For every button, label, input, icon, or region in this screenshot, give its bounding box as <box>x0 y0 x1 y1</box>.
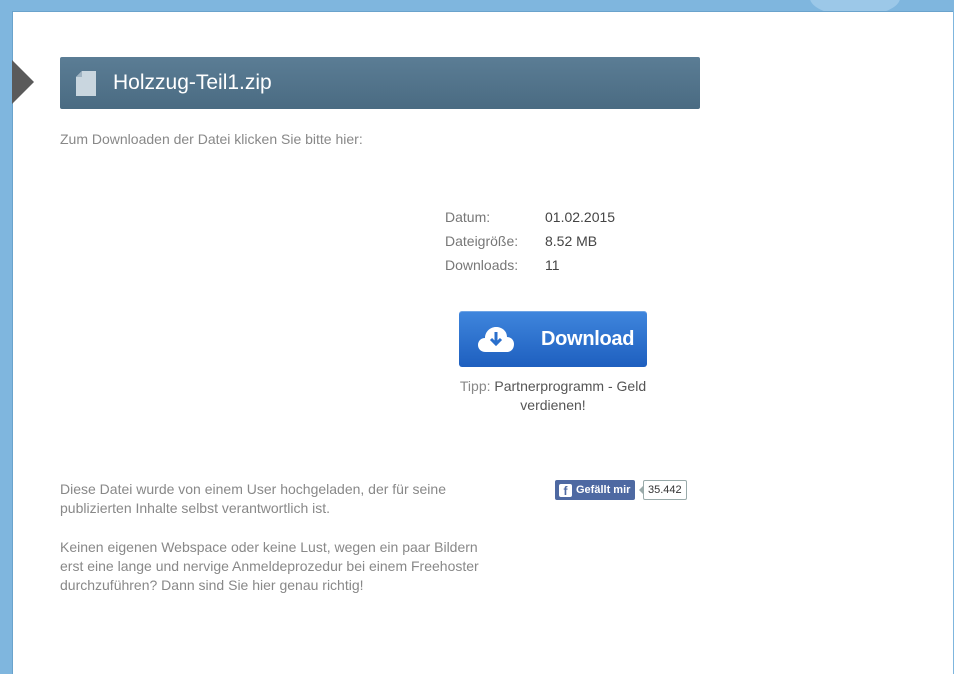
facebook-like-button[interactable]: f Gefällt mir <box>555 480 636 500</box>
partner-program-link[interactable]: Partnerprogramm - Geld verdienen! <box>494 378 646 413</box>
file-title-bar: Holzzug-Teil1.zip <box>60 57 700 109</box>
arrow-right-icon <box>12 60 34 104</box>
meta-row-size: Dateigröße: 8.52 MB <box>445 233 615 257</box>
meta-value: 8.52 MB <box>545 233 598 249</box>
download-intro-text: Zum Downloaden der Datei klicken Sie bit… <box>60 131 363 147</box>
webspace-promo: Keinen eigenen Webspace oder keine Lust,… <box>60 539 479 593</box>
tip-prefix: Tipp: <box>459 378 491 394</box>
facebook-like-label: Gefällt mir <box>576 484 631 496</box>
meta-row-date: Datum: 01.02.2015 <box>445 209 615 233</box>
cloud-download-icon <box>477 324 515 354</box>
meta-value: 11 <box>545 257 560 273</box>
facebook-like-count: 35.442 <box>639 480 687 500</box>
meta-label: Dateigröße: <box>445 233 519 249</box>
download-label: Download <box>541 327 635 350</box>
file-icon <box>75 70 97 97</box>
partner-tip: Tipp: Partnerprogramm - Geld verdienen! <box>455 377 651 415</box>
meta-label: Datum: <box>445 209 491 225</box>
uploader-notice: Diese Datei wurde von einem User hochgel… <box>60 481 446 516</box>
file-meta-table: Datum: 01.02.2015 Dateigröße: 8.52 MB Do… <box>445 209 615 281</box>
download-button[interactable]: Download <box>459 311 647 367</box>
meta-label: Downloads: <box>445 257 519 273</box>
file-title: Holzzug-Teil1.zip <box>113 71 272 94</box>
meta-value: 01.02.2015 <box>545 209 616 225</box>
facebook-icon: f <box>559 483 572 498</box>
meta-row-downloads: Downloads: 11 <box>445 257 615 281</box>
